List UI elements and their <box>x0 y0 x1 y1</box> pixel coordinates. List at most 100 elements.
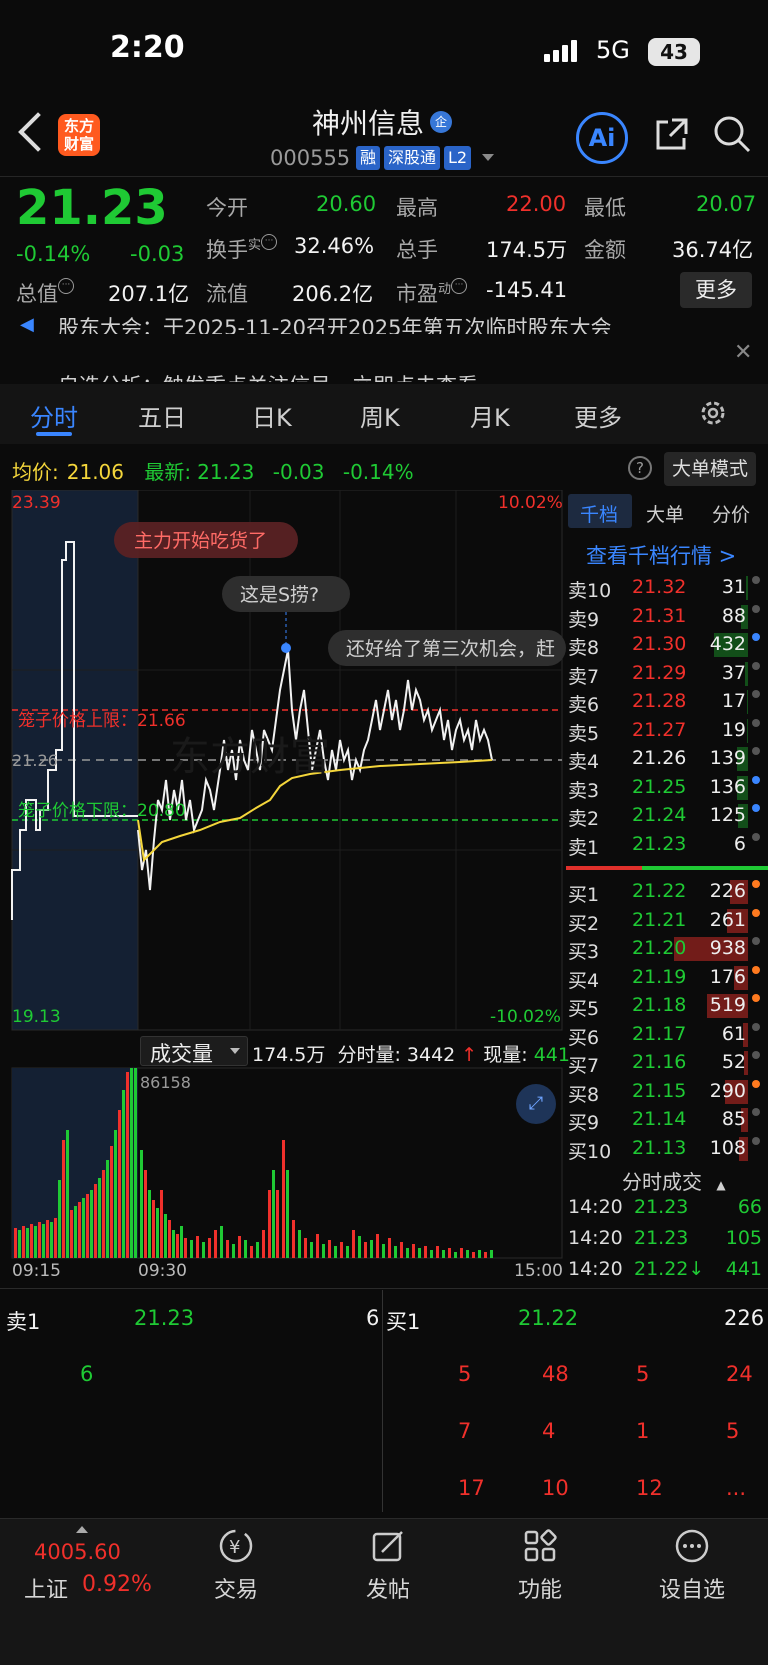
level-volume: 290 <box>709 1079 746 1102</box>
info-icon[interactable]: ··· <box>451 278 468 294</box>
level-dot <box>752 604 760 613</box>
level-dot <box>752 747 760 755</box>
search-icon[interactable] <box>712 114 752 154</box>
tick-price: 21.22↓ <box>634 1258 705 1280</box>
nav-add-watchlist[interactable]: 设自选 <box>632 1572 752 1604</box>
nav-functions[interactable]: 功能 <box>480 1572 600 1604</box>
bubble-comment[interactable]: 还好给了第三次机会，赶 <box>346 638 555 660</box>
bubble-comment[interactable]: 主力开始吃货了 <box>134 530 267 552</box>
lower-band-label: 笼子价格下限：20.80 <box>18 801 186 821</box>
tab-more[interactable]: 更多 <box>574 398 622 433</box>
signal-icon <box>544 40 578 62</box>
ask-row[interactable]: 卖5 21.27 19 <box>566 717 768 745</box>
bid-row[interactable]: 买9 21.14 85 <box>566 1106 768 1134</box>
pct-max-label: 10.02% <box>498 493 563 513</box>
tab-5day[interactable]: 五日 <box>138 398 186 433</box>
ask-row[interactable]: 卖7 21.29 37 <box>566 660 768 688</box>
l2-bid-queue-item: 24 <box>726 1362 753 1386</box>
trade-icon[interactable]: ¥ <box>216 1526 256 1566</box>
ai-button[interactable]: Ai <box>576 112 628 164</box>
l2-ask-queue-item: 6 <box>80 1362 94 1386</box>
ask-row[interactable]: 卖6 21.28 17 <box>566 688 768 716</box>
chevron-up-icon[interactable] <box>76 1526 88 1533</box>
level-price: 21.23 <box>632 832 687 855</box>
logo-line2: 财富 <box>63 135 94 153</box>
help-icon[interactable]: ? <box>628 456 652 480</box>
ask-row[interactable]: 卖10 21.32 31 <box>566 574 768 602</box>
bid-row[interactable]: 买5 21.18 519 <box>566 992 768 1020</box>
post-icon[interactable] <box>368 1526 408 1566</box>
more-button[interactable]: 更多 <box>680 272 752 308</box>
big-order-mode-button[interactable]: 大单模式 <box>664 452 756 486</box>
network-type: 5G <box>596 36 630 64</box>
bid-row[interactable]: 买1 21.22 226 <box>566 878 768 906</box>
gear-icon[interactable] <box>698 398 728 428</box>
news-item[interactable]: 股东大会：于2025-11-20召开2025年第五次临时股东大会 <box>58 312 698 334</box>
level-volume: 61 <box>721 1022 746 1045</box>
index-name[interactable]: 上证 <box>24 1572 68 1604</box>
info-icon[interactable]: ··· <box>58 278 74 294</box>
l2-bid-label: 买1 <box>386 1310 421 1334</box>
index-change[interactable]: 0.92% <box>82 1572 152 1597</box>
open-label: 今开 <box>206 196 248 220</box>
speaker-icon: ◀ <box>20 314 34 335</box>
expand-icon[interactable]: ⤢ <box>516 1084 556 1124</box>
turnover-label: 换手实 ··· <box>206 234 278 264</box>
back-icon[interactable] <box>18 112 58 152</box>
ratio-bar-sell <box>642 866 768 870</box>
ask-row[interactable]: 卖9 21.31 88 <box>566 603 768 631</box>
l2-bid-vol: 226 <box>724 1306 765 1330</box>
info-icon[interactable]: ··· <box>261 234 278 250</box>
nav-post[interactable]: 发帖 <box>328 1572 448 1604</box>
mktcap-label: 总值 ··· <box>16 278 74 308</box>
ask-row[interactable]: 卖1 21.23 6 <box>566 831 768 859</box>
tab-big-order[interactable]: 大单 <box>646 500 684 527</box>
close-icon[interactable]: ✕ <box>734 340 752 365</box>
level-volume: 519 <box>709 994 746 1016</box>
tab-depth[interactable]: 千档 <box>580 500 618 527</box>
index-value[interactable]: 4005.60 <box>34 1540 121 1564</box>
bid-row[interactable]: 买8 21.15 290 <box>566 1078 768 1106</box>
bid-row[interactable]: 买7 21.16 52 <box>566 1049 768 1077</box>
ask-row[interactable]: 卖8 21.30 432 <box>566 631 768 659</box>
x-start-label: 09:15 <box>12 1261 61 1280</box>
tab-intraday[interactable]: 分时 <box>30 398 78 433</box>
tab-weekly[interactable]: 周K <box>360 398 400 433</box>
bubble-comment[interactable]: 这是S捞? <box>240 584 319 606</box>
change-value: -0.03 <box>130 242 185 266</box>
share-icon[interactable] <box>652 116 690 154</box>
bid-row[interactable]: 买4 21.19 176 <box>566 964 768 992</box>
chevron-down-icon[interactable] <box>230 1048 240 1054</box>
level-dot <box>752 690 760 698</box>
ticks-title[interactable]: 分时成交 ▲ <box>622 1166 726 1195</box>
ask-row[interactable]: 卖2 21.24 125 <box>566 802 768 830</box>
level-dot <box>752 994 760 1002</box>
l2-bid-queue-item: 5 <box>458 1362 472 1386</box>
level-price: 21.15 <box>632 1079 687 1102</box>
news-item[interactable]: 自选分析：触发乖点关注信号，立即点击查看 <box>58 370 698 382</box>
change-percent: -0.14% <box>16 242 91 266</box>
level-price: 21.30 <box>632 633 687 655</box>
bid-row[interactable]: 买2 21.21 261 <box>566 907 768 935</box>
chevron-down-icon[interactable] <box>482 154 494 161</box>
level-volume: 17 <box>721 690 746 712</box>
ask-row[interactable]: 卖3 21.25 136 <box>566 774 768 802</box>
ratio-bar-buy <box>566 866 642 870</box>
level-label: 买1 <box>568 884 600 906</box>
ask-row[interactable]: 卖4 21.26 139 <box>566 745 768 773</box>
depth-link[interactable]: 查看千档行情 > <box>586 540 736 570</box>
bid-row[interactable]: 买6 21.17 61 <box>566 1021 768 1049</box>
l2-bid-queue-item: 7 <box>458 1419 472 1443</box>
intraday-chart[interactable]: 23.39 19.13 10.02% -10.02% 21.26 笼子价格上限：… <box>0 490 566 1280</box>
bid-row[interactable]: 买10 21.13 108 <box>566 1135 768 1163</box>
functions-icon[interactable] <box>520 1526 560 1566</box>
add-watchlist-icon[interactable] <box>672 1526 712 1566</box>
y-max-label: 23.39 <box>12 493 61 513</box>
tab-price-dist[interactable]: 分价 <box>712 500 750 527</box>
bid-row[interactable]: 买3 21.20 938 <box>566 935 768 963</box>
nav-trade[interactable]: 交易 <box>176 1572 296 1604</box>
tab-daily[interactable]: 日K <box>252 398 292 433</box>
float-value: 206.2亿 <box>292 282 374 306</box>
level-price: 21.29 <box>632 661 687 684</box>
tab-monthly[interactable]: 月K <box>470 398 510 433</box>
